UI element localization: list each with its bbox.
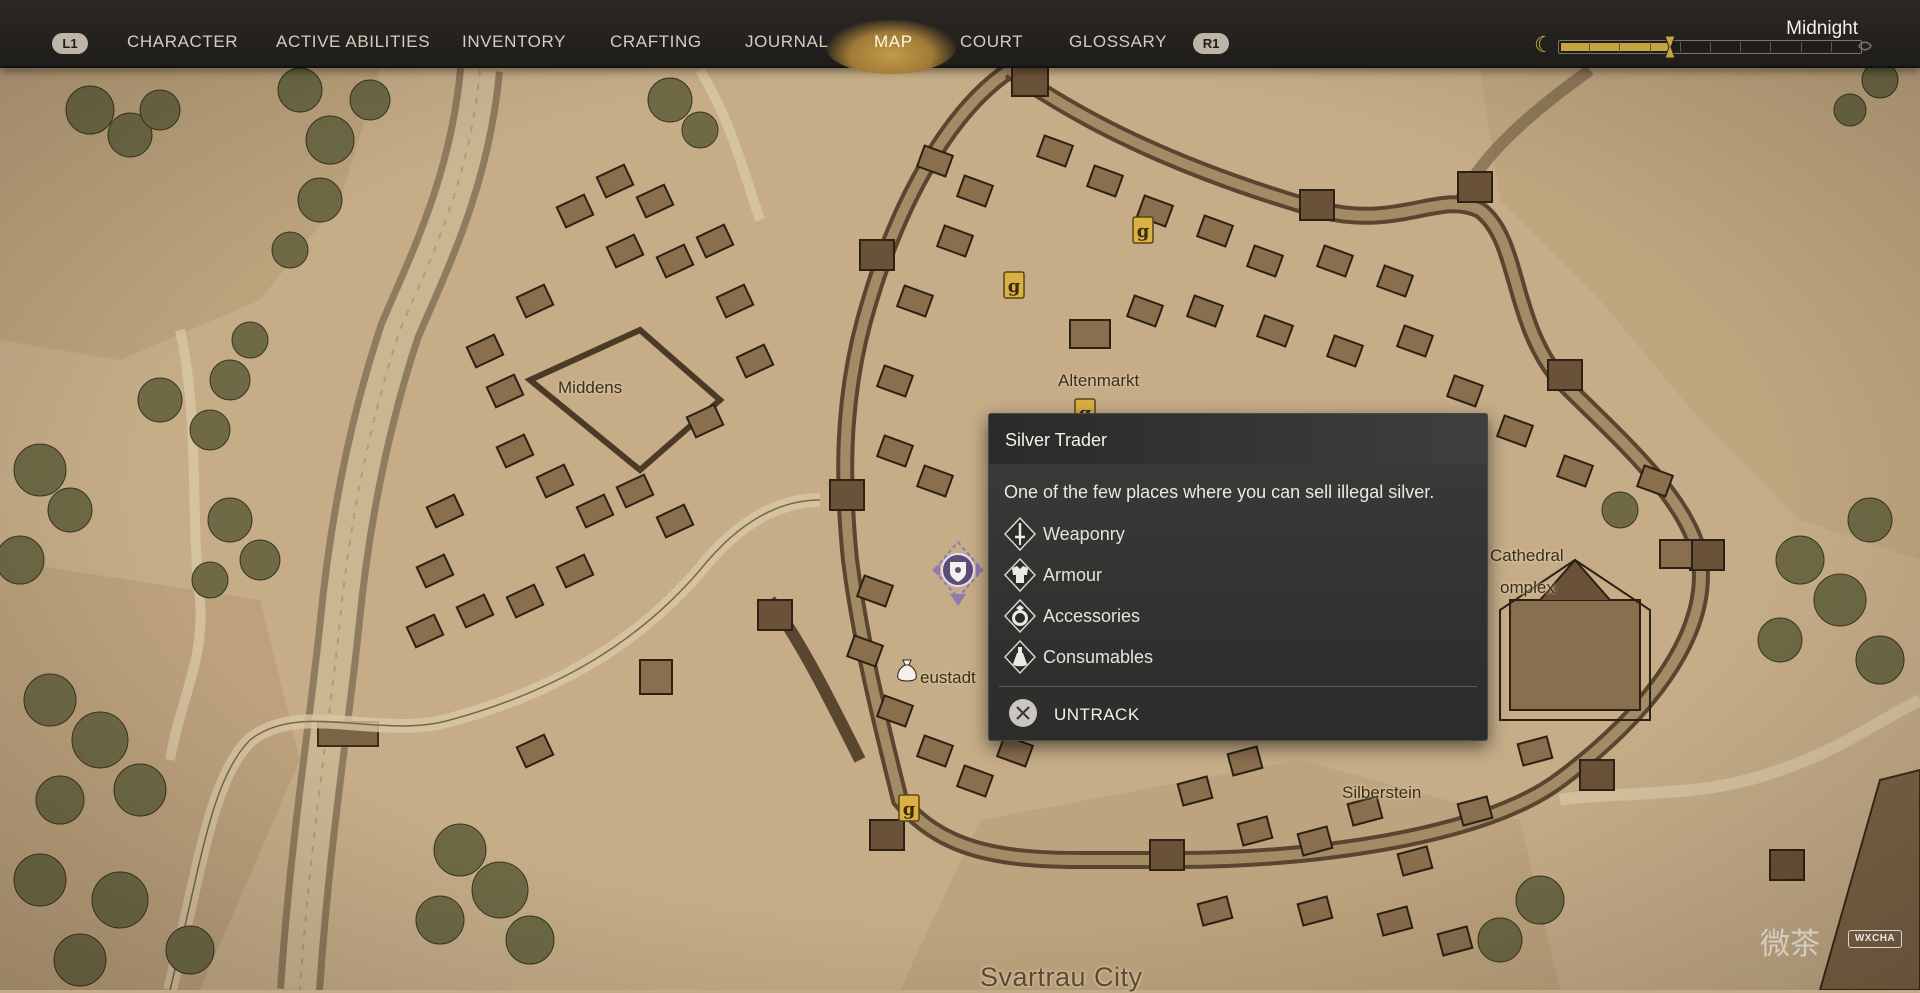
- progress-tick: [1830, 42, 1832, 52]
- trade-category-label: Accessories: [1043, 606, 1141, 626]
- map-canvas[interactable]: [0, 0, 1920, 990]
- tab-journal[interactable]: JOURNAL: [745, 32, 829, 52]
- map-label-silberstein: Silberstein: [1342, 783, 1422, 802]
- tracked-location-icon[interactable]: [928, 540, 988, 610]
- trade-category-label: Consumables: [1043, 647, 1154, 667]
- map-label-cathedral-complex: omplex: [1500, 578, 1555, 597]
- time-progress-fill: [1561, 43, 1672, 51]
- tooltip-divider: [999, 686, 1477, 687]
- trade-category-weaponry: Weaponry: [1003, 517, 1443, 551]
- progress-tick: [1619, 42, 1621, 52]
- quest-marker-icon[interactable]: g: [1003, 271, 1025, 299]
- svg-text:g: g: [1008, 276, 1021, 297]
- untrack-label: UNTRACK: [1054, 705, 1140, 724]
- map-label-neustadt: eustadt: [920, 668, 976, 687]
- svg-text:微茶: 微茶: [1760, 927, 1820, 962]
- quest-marker-icon[interactable]: g: [898, 794, 920, 822]
- tab-character[interactable]: CHARACTER: [127, 32, 238, 52]
- money-bag-icon[interactable]: [896, 658, 918, 684]
- time-of-day-label: Midnight: [1786, 18, 1858, 39]
- armour-icon: [1003, 558, 1037, 592]
- r1-button[interactable]: R1: [1193, 33, 1229, 54]
- trade-category-accessories: Accessories: [1003, 599, 1443, 633]
- watermark-badge: WXCHA: [1848, 930, 1902, 948]
- trade-category-consumables: Consumables: [1003, 640, 1443, 674]
- progress-tick: [1679, 42, 1681, 52]
- trade-category-label: Weaponry: [1043, 524, 1125, 544]
- trade-category-label: Armour: [1043, 565, 1103, 585]
- cross-button-icon: [1009, 699, 1037, 727]
- svg-text:g: g: [903, 799, 916, 820]
- trade-category-armour: Armour: [1003, 558, 1443, 592]
- tooltip-title: Silver Trader: [1005, 430, 1108, 450]
- tooltip-description: One of the few places where you can sell…: [1004, 482, 1435, 502]
- top-navigation-bar: L1 CHARACTER ACTIVE ABILITIES INVENTORY …: [0, 0, 1920, 74]
- svg-text:g: g: [1137, 221, 1150, 242]
- location-tooltip: Silver Trader One of the few places wher…: [988, 413, 1488, 741]
- quest-marker-icon[interactable]: g: [1132, 216, 1154, 244]
- l1-button[interactable]: L1: [52, 33, 88, 54]
- progress-tick: [1740, 42, 1742, 52]
- time-of-day-progress: [1558, 40, 1862, 54]
- untrack-button[interactable]: UNTRACK: [1009, 697, 1309, 731]
- tab-active-abilities[interactable]: ACTIVE ABILITIES: [276, 32, 430, 52]
- tab-crafting[interactable]: CRAFTING: [610, 32, 702, 52]
- tab-inventory[interactable]: INVENTORY: [462, 32, 566, 52]
- map-label-cathedral: Cathedral: [1490, 546, 1564, 565]
- map-label-city: Svartrau City: [980, 962, 1143, 992]
- tab-court[interactable]: COURT: [960, 32, 1023, 52]
- hourglass-icon: [1664, 35, 1676, 59]
- moon-icon: ☾: [1534, 32, 1554, 57]
- potion-icon: [1003, 640, 1037, 674]
- tab-glossary[interactable]: GLOSSARY: [1069, 32, 1167, 52]
- progress-tick: [1800, 42, 1802, 52]
- ring-icon: [1003, 599, 1037, 633]
- progress-tick: [1770, 42, 1772, 52]
- map-label-middens: Middens: [558, 378, 623, 397]
- map-label-altenmarkt: Altenmarkt: [1058, 371, 1140, 390]
- progress-tick: [1710, 42, 1711, 52]
- tooltip-header: Silver Trader: [989, 414, 1487, 464]
- watermark-logo: 微茶: [1760, 927, 1820, 962]
- progress-tick: [1589, 42, 1591, 52]
- sword-icon: [1003, 517, 1037, 551]
- progress-tick: [1649, 42, 1651, 52]
- day-end-icon: [1858, 41, 1872, 51]
- tab-map[interactable]: MAP: [874, 32, 913, 52]
